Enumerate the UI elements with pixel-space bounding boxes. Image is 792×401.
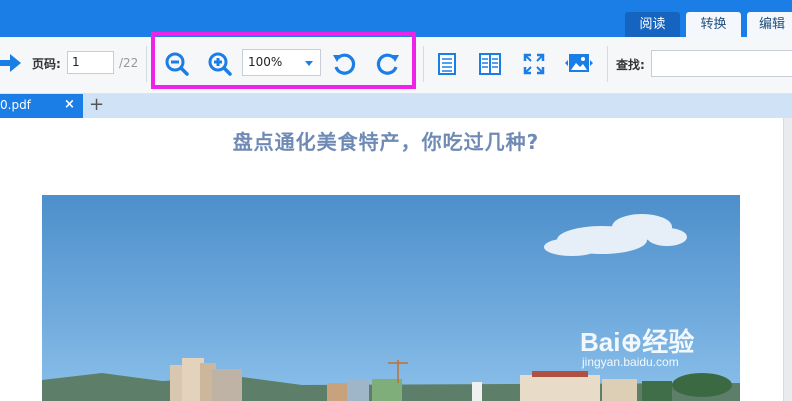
zoom-out-icon[interactable] [164,51,190,77]
reader-toolbar: 页码: 1 /22 100% 查找: [0,37,792,94]
page-label: 页码: [32,57,61,71]
toolbar-divider [423,46,424,82]
single-page-view-icon[interactable] [436,51,458,77]
fullscreen-icon[interactable] [522,51,546,77]
rotate-left-icon[interactable] [331,51,357,77]
vertical-scrollbar[interactable] [783,118,792,401]
watermark-url: jingyan.baidu.com [582,355,679,369]
page-total: /22 [119,56,139,70]
toolbar-divider [607,46,608,82]
tab-edit[interactable]: 编辑 [747,12,792,37]
search-input[interactable] [651,50,792,77]
watermark-brand: Bai⊕经验 [580,327,695,357]
file-tab[interactable]: 0.pdf × [0,94,83,118]
double-page-view-icon[interactable] [478,51,502,77]
chevron-down-icon [305,61,313,66]
zoom-level-select[interactable]: 100% [242,49,321,76]
mode-bar: 阅读 转换 编辑 [0,0,792,37]
document-title: 盘点通化美食特产，你吃过几种? [232,130,540,154]
add-tab-icon[interactable]: + [89,94,104,115]
watermark: Bai⊕经验 jingyan.baidu.com [580,322,695,369]
file-tab-name: 0.pdf [0,98,31,112]
document-photo [42,195,740,401]
page-number-input[interactable]: 1 [67,51,114,74]
file-tab-bar: 0.pdf × + [0,94,792,118]
image-view-icon[interactable] [564,50,594,78]
zoom-in-icon[interactable] [207,51,233,77]
toolbar-divider [146,46,147,82]
next-page-arrow-icon[interactable] [0,51,24,75]
close-icon[interactable]: × [64,97,75,112]
tab-convert[interactable]: 转换 [686,12,741,37]
rotate-right-icon[interactable] [375,51,401,77]
zoom-level-value: 100% [248,55,283,69]
search-label: 查找: [616,58,645,72]
tab-read[interactable]: 阅读 [625,12,680,37]
